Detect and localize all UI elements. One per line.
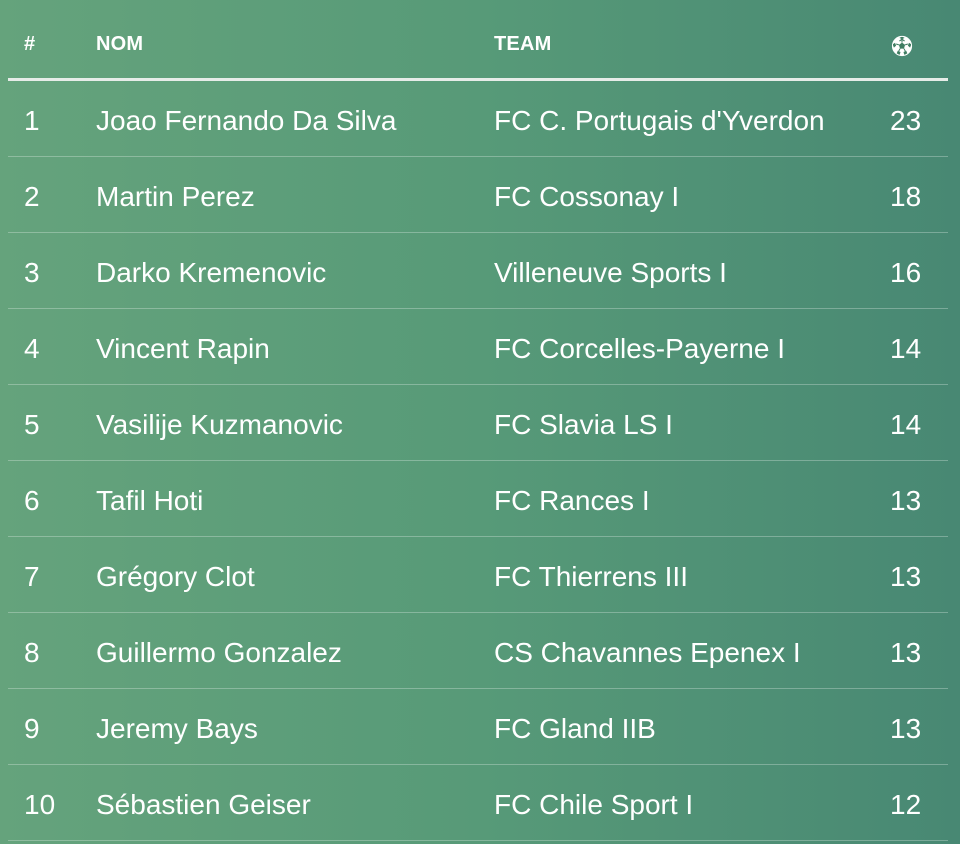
player-name-cell: Sébastien Geiser — [96, 789, 311, 820]
goals-cell: 14 — [890, 333, 922, 364]
header-rank[interactable]: # — [24, 33, 35, 56]
team-name-cell: FC Thierrens III — [494, 561, 688, 592]
table-row[interactable]: 1 Joao Fernando Da Silva FC C. Portugais d… — [8, 81, 948, 157]
goals-cell: 13 — [890, 485, 922, 516]
team-name-cell: FC Cossonay I — [494, 181, 680, 212]
team-name-cell: FC C. Portugais d'Yverdon — [494, 105, 825, 136]
team-name-cell: Villeneuve Sports I — [494, 257, 727, 288]
rank-cell: 2 — [24, 181, 40, 212]
table-row[interactable]: 8 Guillermo Gonzalez CS Chavannes Epenex I… — [8, 613, 948, 689]
team-name-cell: FC Gland IIB — [494, 713, 656, 744]
team-name-cell: FC Rances I — [494, 485, 650, 516]
table-row[interactable]: 7 Grégory Clot FC Thierrens III 13 — [8, 537, 948, 613]
rank-cell: 8 — [24, 637, 40, 668]
team-name-cell: FC Corcelles-Payerne I — [494, 333, 785, 364]
goals-cell: 16 — [890, 257, 922, 288]
rank-cell: 4 — [24, 333, 40, 364]
team-name-cell: FC Chile Sport I — [494, 789, 694, 820]
player-name-cell: Darko Kremenovic — [96, 257, 327, 288]
table-row[interactable]: 10 Sébastien Geiser FC Chile Sport I 12 — [8, 765, 948, 841]
player-name-cell: Martin Perez — [96, 181, 255, 212]
goals-cell: 14 — [890, 409, 922, 440]
team-name-cell: FC Slavia LS I — [494, 409, 673, 440]
goals-cell: 18 — [890, 181, 922, 212]
rank-cell: 6 — [24, 485, 40, 516]
goals-cell: 12 — [890, 789, 922, 820]
table-row[interactable]: 6 Tafil Hoti FC Rances I 13 — [8, 461, 948, 537]
soccer-ball-icon[interactable] — [891, 35, 913, 57]
table-header: # NOM TEAM — [8, 0, 948, 81]
player-name-cell: Tafil Hoti — [96, 485, 204, 516]
player-name-cell: Vasilije Kuzmanovic — [96, 409, 343, 440]
rank-cell: 9 — [24, 713, 40, 744]
goals-cell: 13 — [890, 561, 922, 592]
header-name[interactable]: NOM — [96, 33, 143, 56]
player-name-cell: Vincent Rapin — [96, 333, 270, 364]
goals-cell: 13 — [890, 713, 922, 744]
goals-cell: 23 — [890, 105, 922, 136]
rank-cell: 3 — [24, 257, 40, 288]
rank-cell: 10 — [24, 789, 56, 820]
rank-cell: 1 — [24, 105, 40, 136]
table-row[interactable]: 4 Vincent Rapin FC Corcelles-Payerne I 14 — [8, 309, 948, 385]
table-row[interactable]: 2 Martin Perez FC Cossonay I 18 — [8, 157, 948, 233]
rank-cell: 7 — [24, 561, 40, 592]
top-scorers-table: # NOM TEAM 1 Joao Fernando Da Silva FC C. … — [8, 0, 948, 841]
player-name-cell: Jeremy Bays — [96, 713, 258, 744]
player-name-cell: Grégory Clot — [96, 561, 255, 592]
player-name-cell: Guillermo Gonzalez — [96, 637, 342, 668]
header-team[interactable]: TEAM — [494, 33, 551, 56]
goals-cell: 13 — [890, 637, 922, 668]
table-row[interactable]: 5 Vasilije Kuzmanovic FC Slavia LS I 14 — [8, 385, 948, 461]
table-row[interactable]: 9 Jeremy Bays FC Gland IIB 13 — [8, 689, 948, 765]
player-name-cell: Joao Fernando Da Silva — [96, 105, 397, 136]
team-name-cell: CS Chavannes Epenex I — [494, 637, 801, 668]
table-row[interactable]: 3 Darko Kremenovic Villeneuve Sports I 16 — [8, 233, 948, 309]
rank-cell: 5 — [24, 409, 40, 440]
